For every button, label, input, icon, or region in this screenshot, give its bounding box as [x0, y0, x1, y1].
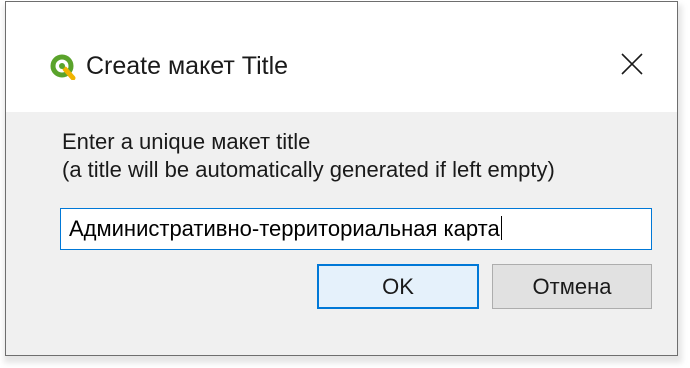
close-button[interactable] [610, 46, 654, 86]
qgis-logo-icon [50, 54, 76, 81]
ok-button[interactable]: OK [317, 264, 479, 309]
prompt-line-2: (a title will be automatically generated… [62, 157, 555, 182]
prompt-label: Enter a unique макет title (a title will… [62, 128, 555, 184]
cancel-button-label: Отмена [532, 273, 612, 299]
layout-title-value: Административно-территориальная карта [69, 216, 500, 241]
layout-title-input[interactable]: Административно-территориальная карта [60, 208, 652, 250]
close-icon [621, 52, 643, 80]
dialog-title: Create макет Title [86, 52, 289, 80]
ok-button-label: OK [382, 273, 414, 299]
title-bar[interactable]: Create макет Title [6, 2, 677, 112]
prompt-line-1: Enter a unique макет title [62, 129, 311, 154]
cancel-button[interactable]: Отмена [492, 264, 652, 309]
dialog-body: Enter a unique макет title (a title will… [6, 112, 677, 355]
text-caret [500, 216, 502, 240]
create-layout-dialog: Create макет Title Enter a unique макет … [5, 1, 678, 356]
